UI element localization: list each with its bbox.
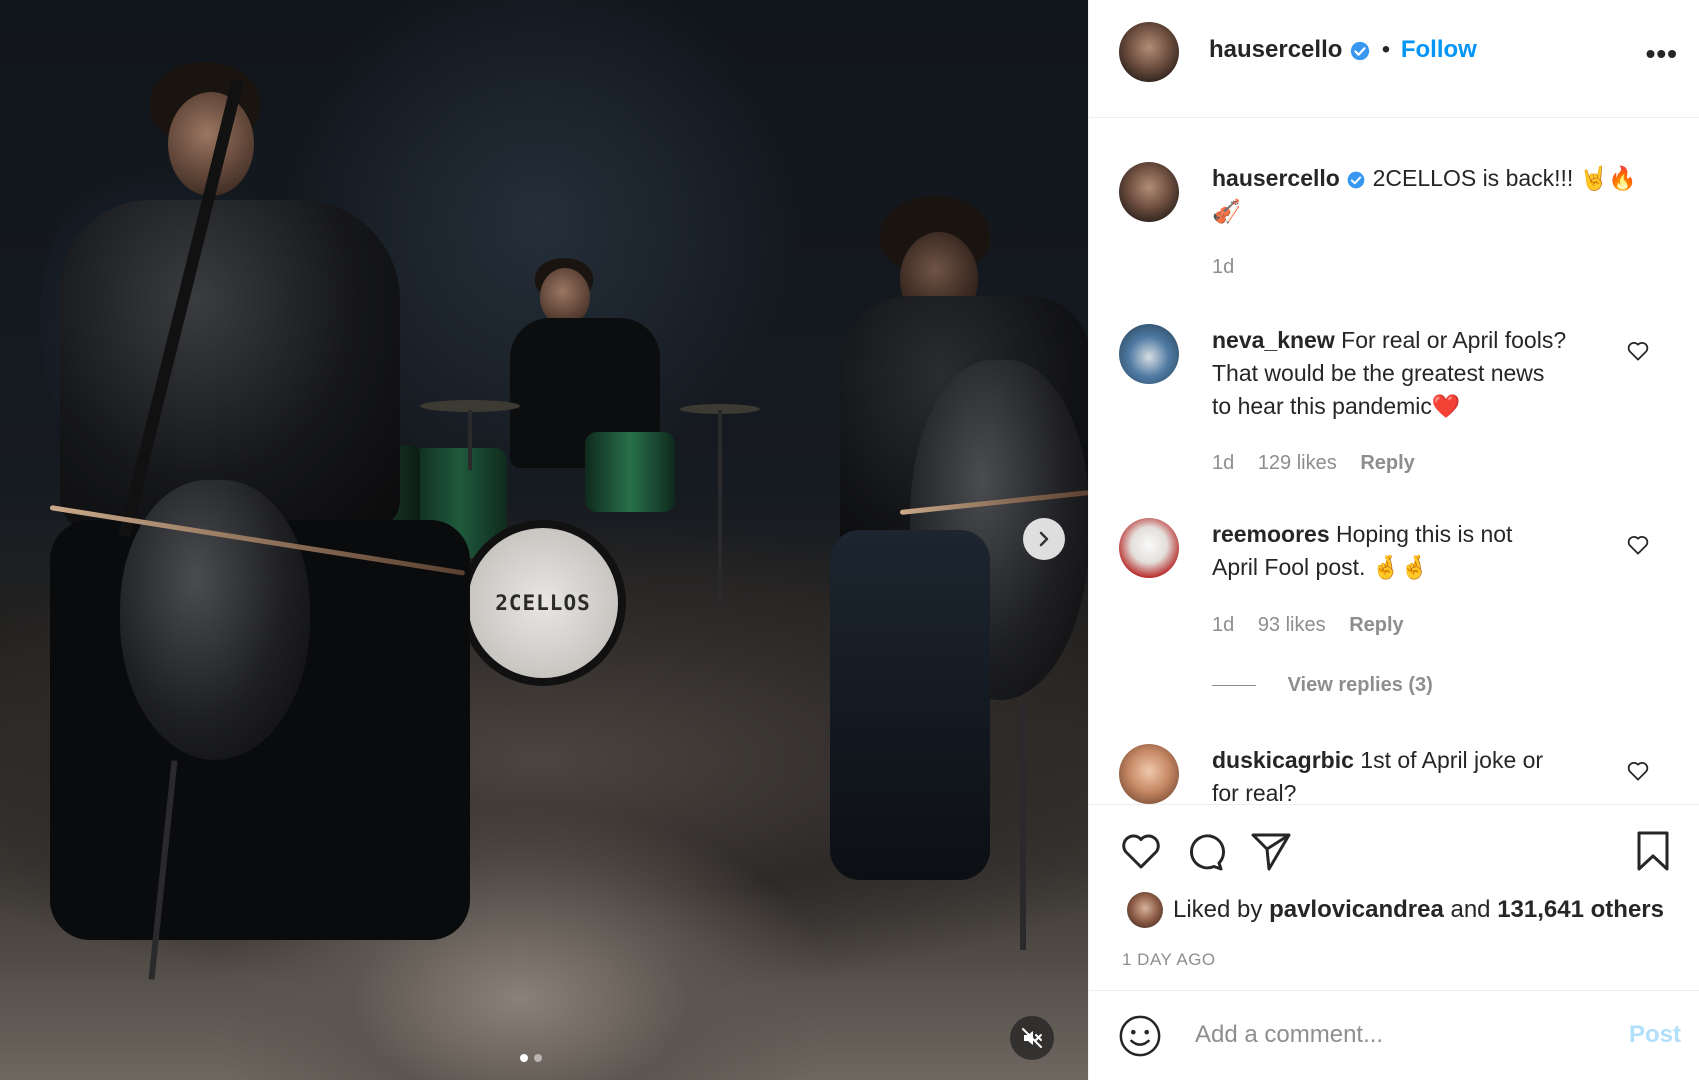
chair-leg — [1020, 700, 1026, 950]
reply-button[interactable]: Reply — [1349, 614, 1403, 636]
mute-toggle-button[interactable] — [1010, 1016, 1054, 1060]
comment-line: for real? — [1212, 780, 1297, 804]
comment-avatar[interactable] — [1119, 744, 1179, 804]
drum-logo: 2CELLOS — [495, 591, 591, 615]
likes-middle: and — [1450, 896, 1491, 923]
post-header: hausercello • Follow ••• — [1089, 0, 1699, 118]
save-bookmark-icon[interactable] — [1629, 827, 1677, 875]
likes-prefix: Liked by — [1173, 896, 1263, 923]
comment-age: 1d — [1212, 614, 1235, 636]
comment-username[interactable]: neva_knew — [1212, 327, 1335, 353]
like-comment-heart-icon[interactable] — [1625, 532, 1651, 558]
comment-likes[interactable]: 93 likes — [1258, 614, 1326, 636]
caption: hausercello 2CELLOS is back!!! 🤘🔥 🎻 — [1212, 162, 1652, 228]
replies-divider — [1212, 685, 1256, 687]
comment-input[interactable] — [1195, 1013, 1595, 1057]
view-replies-label: View replies (3) — [1287, 674, 1433, 696]
caption-text-line2: 🎻 — [1212, 198, 1241, 224]
comment-line: to hear this pandemic❤️ — [1212, 393, 1461, 419]
carousel-dot — [534, 1054, 542, 1062]
like-heart-icon[interactable] — [1117, 827, 1165, 875]
like-comment-heart-icon[interactable] — [1625, 338, 1651, 364]
verified-badge-icon — [1347, 171, 1365, 189]
liker-username[interactable]: pavlovicandrea — [1269, 896, 1444, 923]
comment-username[interactable]: reemoores — [1212, 521, 1330, 547]
speaker-muted-icon — [1022, 1028, 1042, 1048]
like-comment-heart-icon[interactable] — [1625, 758, 1651, 784]
comment-avatar[interactable] — [1119, 324, 1179, 384]
carousel-next-button[interactable] — [1023, 518, 1065, 560]
comment-age: 1d — [1212, 452, 1235, 474]
carousel-indicator — [520, 1054, 542, 1062]
comment-text: reemoores Hoping this is not April Fool … — [1212, 518, 1612, 584]
comment-line: 1st of April joke or — [1360, 747, 1544, 773]
verified-badge-icon — [1350, 41, 1370, 60]
cymbal-stand — [718, 410, 722, 630]
separator-dot: • — [1381, 36, 1391, 63]
caption-text: 2CELLOS is back!!! 🤘🔥 — [1372, 165, 1637, 191]
comment-meta: 1d 129 likes Reply — [1212, 452, 1433, 475]
post-side-panel: hausercello • Follow ••• hausercello 2CE… — [1088, 0, 1699, 1080]
add-comment-bar: Post — [1089, 990, 1699, 1080]
carousel-dot-active — [520, 1054, 528, 1062]
comment-line: That would be the greatest news — [1212, 360, 1545, 386]
caption-meta: 1d — [1212, 256, 1252, 279]
likes-others-count[interactable]: 131,641 others — [1497, 896, 1664, 923]
more-options-icon: ••• — [1645, 38, 1678, 69]
post-media[interactable]: 2CELLOS — [0, 0, 1088, 1080]
author-username[interactable]: hausercello — [1209, 36, 1342, 63]
cellist-right-legs — [830, 530, 990, 880]
caption-username[interactable]: hausercello — [1212, 165, 1340, 191]
comment-avatar[interactable] — [1119, 518, 1179, 578]
liker-avatar[interactable] — [1127, 892, 1163, 928]
comment-username[interactable]: duskicagrbic — [1212, 747, 1354, 773]
comment-text: neva_knew For real or April fools? That … — [1212, 324, 1612, 423]
caption-age: 1d — [1212, 256, 1235, 278]
comment-text: duskicagrbic 1st of April joke or for re… — [1212, 744, 1612, 804]
more-options-button[interactable]: ••• — [1646, 38, 1678, 70]
comment-bubble-icon[interactable] — [1181, 827, 1229, 875]
snare-drum — [585, 432, 675, 512]
comment-meta: 1d 93 likes Reply — [1212, 614, 1422, 637]
emoji-icon[interactable] — [1117, 1013, 1163, 1059]
post-comment-button[interactable]: Post — [1629, 1021, 1681, 1049]
view-replies-button[interactable]: View replies (3) — [1212, 674, 1433, 697]
comment-line: For real or April fools? — [1341, 327, 1567, 353]
cymbal-stand — [468, 410, 472, 470]
reply-button[interactable]: Reply — [1360, 452, 1414, 474]
likes-summary[interactable]: Liked by pavlovicandrea and 131,641 othe… — [1173, 896, 1664, 924]
caption-avatar[interactable] — [1119, 162, 1179, 222]
post-timestamp: 1 DAY AGO — [1122, 950, 1216, 969]
comment-line: April Fool post. 🤞🤞 — [1212, 554, 1430, 580]
follow-button[interactable]: Follow — [1401, 36, 1477, 63]
bass-drum: 2CELLOS — [460, 520, 626, 686]
comment-line: Hoping this is not — [1336, 521, 1513, 547]
share-paper-plane-icon[interactable] — [1247, 827, 1295, 875]
chevron-right-icon — [1039, 531, 1049, 547]
comment-likes[interactable]: 129 likes — [1258, 452, 1337, 474]
author-avatar[interactable] — [1119, 22, 1179, 82]
comments-section[interactable]: hausercello 2CELLOS is back!!! 🤘🔥 🎻 1d n… — [1089, 118, 1699, 804]
author-row: hausercello • Follow — [1209, 36, 1477, 64]
